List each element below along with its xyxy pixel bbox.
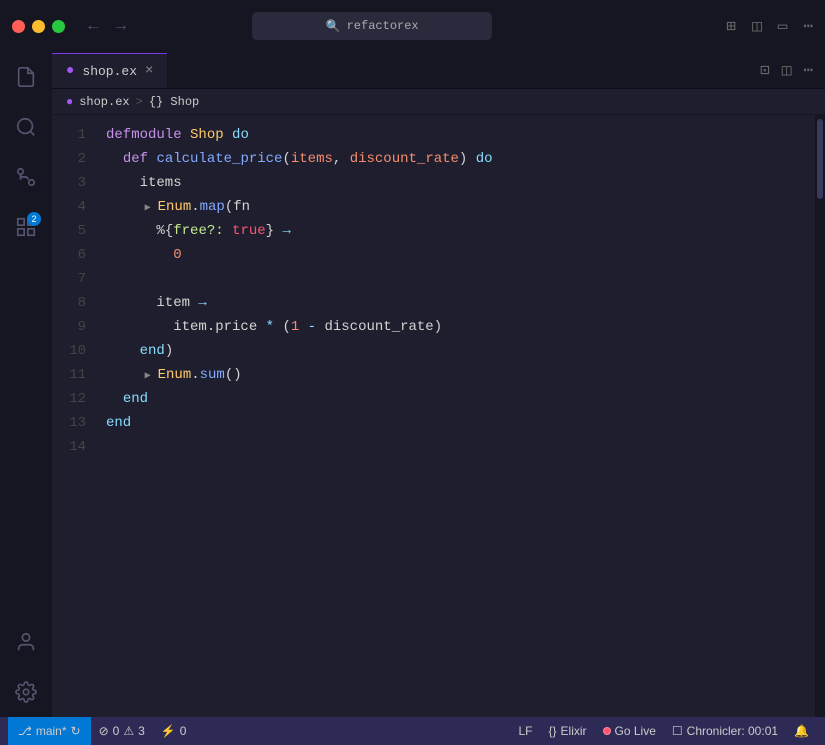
activity-account[interactable]: [9, 625, 43, 659]
status-bar: ⎇ main* ↻ ⊘ 0 ⚠ 3 ⚡ 0 LF {} Elixir Go Li…: [0, 717, 825, 745]
info-count: 0: [180, 724, 187, 738]
status-right: LF {} Elixir Go Live ☐ Chronicler: 00:01…: [511, 717, 818, 745]
split-right-icon[interactable]: ⊡: [760, 60, 770, 80]
tab-more-icon[interactable]: ⋯: [803, 60, 813, 80]
warning-count: 3: [138, 724, 145, 738]
tab-actions: ⊡ ◫ ⋯: [760, 52, 825, 88]
more-icon[interactable]: ⋯: [803, 16, 813, 36]
breadcrumb-filename[interactable]: shop.ex: [79, 95, 129, 109]
status-info[interactable]: ⚡ 0: [153, 717, 195, 745]
breadcrumb-file-icon: ●: [66, 95, 73, 109]
activity-refactor[interactable]: 2: [9, 210, 43, 244]
search-bar[interactable]: 🔍 refactorex: [252, 12, 492, 40]
scrollbar[interactable]: [815, 115, 825, 717]
forward-button[interactable]: →: [113, 18, 129, 34]
tab-close-button[interactable]: ×: [145, 63, 153, 79]
error-count: 0: [113, 724, 120, 738]
split-editor-icon[interactable]: ◫: [752, 16, 762, 36]
breadcrumb-module[interactable]: {} Shop: [149, 95, 199, 109]
maximize-button[interactable]: [52, 20, 65, 33]
main-layout: 2 ● shop.ex ×: [0, 52, 825, 717]
back-button[interactable]: ←: [85, 18, 101, 34]
line-ending-label: LF: [519, 724, 533, 738]
warning-icon: ⚠: [123, 724, 134, 738]
breadcrumb: ● shop.ex > {} Shop: [52, 89, 825, 115]
code-editor[interactable]: 1234567891011121314 defmodule Shop do de…: [52, 115, 825, 717]
go-live-label: Go Live: [615, 724, 656, 738]
status-git[interactable]: ⎇ main* ↻: [8, 717, 91, 745]
status-chronicler[interactable]: ☐ Chronicler: 00:01: [664, 717, 786, 745]
tab-bar: ● shop.ex × ⊡ ◫ ⋯: [52, 52, 825, 89]
language-icon: {}: [549, 724, 557, 738]
titlebar-actions: ⊞ ◫ ▭ ⋯: [726, 16, 813, 36]
chronicler-icon: ☐: [672, 724, 683, 738]
language-label: Elixir: [561, 724, 587, 738]
status-language[interactable]: {} Elixir: [541, 717, 595, 745]
panel-icon[interactable]: ▭: [778, 16, 788, 36]
code-content[interactable]: defmodule Shop do def calculate_price(it…: [102, 115, 815, 717]
search-placeholder: refactorex: [347, 19, 419, 33]
status-errors[interactable]: ⊘ 0 ⚠ 3: [91, 717, 153, 745]
sync-icon: ↻: [71, 724, 81, 738]
go-live-button[interactable]: Go Live: [595, 717, 664, 745]
titlebar: ← → 🔍 refactorex ⊞ ◫ ▭ ⋯: [0, 0, 825, 52]
tab-filename: shop.ex: [82, 64, 137, 79]
activity-explorer[interactable]: [9, 60, 43, 94]
minimize-button[interactable]: [32, 20, 45, 33]
error-icon: ⊘: [99, 724, 109, 738]
git-branch-icon: ⎇: [18, 724, 32, 738]
search-icon: 🔍: [326, 19, 341, 34]
activity-bar: 2: [0, 52, 52, 717]
info-icon: ⚡: [161, 724, 176, 738]
badge: 2: [27, 212, 41, 226]
scrollbar-thumb[interactable]: [817, 119, 823, 199]
close-button[interactable]: [12, 20, 25, 33]
git-branch-label: main*: [36, 724, 67, 738]
layout-grid-icon[interactable]: ⊞: [726, 16, 736, 36]
breadcrumb-sep1: >: [136, 95, 143, 109]
line-numbers: 1234567891011121314: [52, 115, 102, 717]
activity-search[interactable]: [9, 110, 43, 144]
elixir-icon: ●: [66, 63, 74, 79]
go-live-dot: [603, 727, 611, 735]
status-line-ending[interactable]: LF: [511, 717, 541, 745]
status-left: ⎇ main* ↻ ⊘ 0 ⚠ 3 ⚡ 0: [8, 717, 194, 745]
traffic-lights: [12, 20, 65, 33]
bell-icon: 🔔: [794, 724, 809, 738]
chronicler-label: Chronicler: 00:01: [687, 724, 778, 738]
status-bell[interactable]: 🔔: [786, 717, 817, 745]
activity-source-control[interactable]: [9, 160, 43, 194]
activity-bottom: [9, 625, 43, 709]
tab-shop-ex[interactable]: ● shop.ex ×: [52, 53, 167, 88]
activity-settings[interactable]: [9, 675, 43, 709]
editor-area: ● shop.ex × ⊡ ◫ ⋯ ● shop.ex > {} Shop 12…: [52, 52, 825, 717]
layout-icon[interactable]: ◫: [782, 60, 792, 80]
